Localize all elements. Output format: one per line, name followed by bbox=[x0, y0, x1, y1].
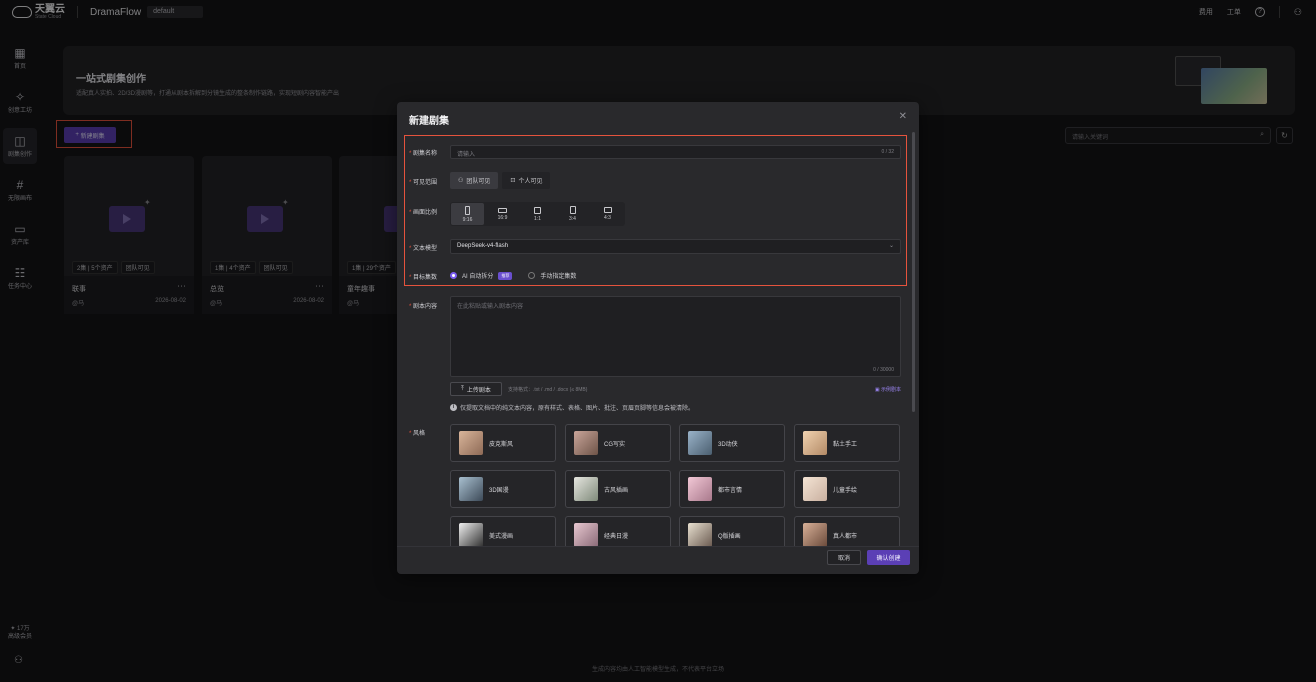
portrait-icon bbox=[465, 205, 470, 215]
lock-icon: ⊡ bbox=[510, 178, 516, 184]
info-icon: i bbox=[450, 404, 457, 411]
field-label: * 风格 bbox=[409, 431, 426, 437]
style-card[interactable]: 黏土手工 bbox=[794, 424, 900, 462]
option-label: 4:3 bbox=[604, 215, 611, 221]
style-thumbnail bbox=[803, 477, 827, 501]
recommend-badge: 推荐 bbox=[498, 271, 513, 280]
style-grid: 皮克斯风 CG写实 3D动侠 黏土手工 3D国漫 古风插画 都市言情 儿童手绘 … bbox=[450, 424, 901, 546]
style-card[interactable]: 儿童手绘 bbox=[794, 470, 900, 508]
option-label[interactable]: AI 自动拆分 bbox=[462, 271, 493, 280]
cancel-button[interactable]: 取消 bbox=[827, 550, 861, 565]
style-label: 经典日漫 bbox=[604, 533, 629, 540]
option-label: 团队可见 bbox=[466, 179, 491, 185]
style-label: 真人都市 bbox=[833, 533, 858, 540]
style-card[interactable]: 3D国漫 bbox=[450, 470, 556, 508]
episode-mode-selector: AI 自动拆分 推荐 手动指定集数 bbox=[450, 271, 576, 280]
input-placeholder: 请输入 bbox=[457, 152, 476, 158]
upload-hint: 支持格式：.txt / .md / .docx (≤ 8MB) bbox=[508, 387, 588, 393]
sample-script-link[interactable]: ▣ 示例剧本 bbox=[875, 386, 901, 393]
style-thumbnail bbox=[574, 431, 598, 455]
style-card[interactable]: CG写实 bbox=[565, 424, 671, 462]
style-thumbnail bbox=[688, 431, 712, 455]
new-series-dialog: 新建剧集 ✕ * 剧集名称 请输入 0 / 32 * 可见范围 ⚇ 团队可见 ⊡… bbox=[397, 102, 919, 574]
style-label: 儿童手绘 bbox=[833, 487, 858, 494]
script-textarea[interactable]: 在此粘贴或输入剧本内容 0 / 30000 bbox=[450, 296, 901, 377]
button-label: 上传剧本 bbox=[466, 387, 491, 394]
textarea-placeholder: 在此粘贴或输入剧本内容 bbox=[457, 304, 524, 310]
option-label: 1:1 bbox=[534, 215, 541, 222]
visibility-team-option[interactable]: ⚇ 团队可见 bbox=[450, 172, 499, 189]
style-label: Q版插画 bbox=[718, 533, 741, 540]
text-model-select[interactable]: DeepSeek-v4-flash ⌄ bbox=[450, 239, 901, 254]
visibility-private-option[interactable]: ⊡ 个人可见 bbox=[502, 172, 551, 189]
style-thumbnail bbox=[574, 523, 598, 546]
notice-text: 仅提取文档中的纯文本内容，原有样式、表格、图片、批注、页眉页脚等信息会被清除。 bbox=[460, 406, 695, 412]
confirm-create-button[interactable]: 确认创建 bbox=[867, 550, 910, 565]
style-thumbnail bbox=[574, 477, 598, 501]
style-label: 古风插画 bbox=[604, 487, 629, 494]
team-icon: ⚇ bbox=[458, 178, 464, 184]
style-thumbnail bbox=[459, 523, 483, 546]
selected-value: DeepSeek-v4-flash bbox=[457, 243, 509, 249]
style-label: 黏土手工 bbox=[833, 441, 858, 448]
ratio-option-3-4[interactable]: 3:4 bbox=[556, 203, 589, 225]
ratio-option-9-16[interactable]: 9:16 bbox=[451, 203, 484, 225]
ratio-option-4-3[interactable]: 4:3 bbox=[591, 203, 624, 225]
style-card[interactable]: 都市言情 bbox=[679, 470, 785, 508]
style-thumbnail bbox=[459, 477, 483, 501]
option-label: 3:4 bbox=[569, 216, 576, 222]
field-label: * 剧本内容 bbox=[409, 304, 438, 310]
char-count: 0 / 30000 bbox=[873, 367, 894, 373]
square-icon bbox=[534, 206, 541, 214]
close-icon[interactable]: ✕ bbox=[899, 111, 907, 122]
landscape-icon bbox=[603, 207, 612, 213]
style-card[interactable]: 真人都市 bbox=[794, 516, 900, 546]
field-label: * 可见范围 bbox=[409, 180, 438, 186]
style-thumbnail bbox=[803, 523, 827, 546]
radio-ai-split[interactable] bbox=[450, 272, 457, 279]
style-card[interactable]: 经典日漫 bbox=[565, 516, 671, 546]
option-label: 16:9 bbox=[497, 214, 508, 221]
upload-script-button[interactable]: ⤒ 上传剧本 bbox=[450, 382, 502, 396]
style-thumbnail bbox=[459, 431, 483, 455]
radio-manual-count[interactable] bbox=[528, 272, 536, 279]
landscape-icon bbox=[498, 207, 507, 213]
style-card[interactable]: 皮克斯风 bbox=[450, 424, 556, 462]
option-label: 9:16 bbox=[462, 216, 473, 223]
field-label: * 文本模型 bbox=[409, 246, 438, 252]
style-thumbnail bbox=[803, 431, 827, 455]
style-thumbnail bbox=[688, 523, 712, 546]
link-label: 示例剧本 bbox=[880, 387, 901, 393]
style-thumbnail bbox=[688, 477, 712, 501]
field-label: * 目标集数 bbox=[409, 275, 438, 281]
style-card[interactable]: Q版插画 bbox=[679, 516, 785, 546]
style-label: 皮克斯风 bbox=[489, 441, 514, 448]
ratio-option-1-1[interactable]: 1:1 bbox=[521, 203, 554, 225]
scrollbar[interactable] bbox=[912, 132, 915, 412]
chevron-down-icon: ⌄ bbox=[888, 243, 894, 249]
dialog-title: 新建剧集 bbox=[409, 116, 449, 127]
style-card[interactable]: 古风插画 bbox=[565, 470, 671, 508]
style-label: CG写实 bbox=[604, 441, 626, 448]
series-name-input[interactable]: 请输入 0 / 32 bbox=[450, 145, 901, 159]
style-card[interactable]: 美式漫画 bbox=[450, 516, 556, 546]
visibility-selector: ⚇ 团队可见 ⊡ 个人可见 bbox=[450, 172, 551, 189]
field-label: * 剧集名称 bbox=[409, 151, 438, 157]
style-label: 3D国漫 bbox=[489, 487, 509, 494]
upload-icon: ⤒ bbox=[461, 385, 464, 392]
ratio-option-16-9[interactable]: 16:9 bbox=[486, 203, 519, 225]
field-label: * 画面比例 bbox=[409, 210, 438, 216]
style-card[interactable]: 3D动侠 bbox=[679, 424, 785, 462]
extract-notice: i 仅提取文档中的纯文本内容，原有样式、表格、图片、批注、页眉页脚等信息会被清除… bbox=[450, 403, 694, 412]
option-label[interactable]: 手动指定集数 bbox=[540, 271, 576, 280]
option-label: 个人可见 bbox=[518, 179, 543, 185]
style-label: 3D动侠 bbox=[718, 441, 738, 448]
aspect-ratio-selector: 9:16 16:9 1:1 3:4 4:3 bbox=[450, 202, 625, 226]
style-label: 美式漫画 bbox=[489, 533, 514, 540]
style-label: 都市言情 bbox=[718, 487, 743, 494]
char-count: 0 / 32 bbox=[881, 149, 894, 155]
portrait-icon bbox=[569, 206, 576, 214]
